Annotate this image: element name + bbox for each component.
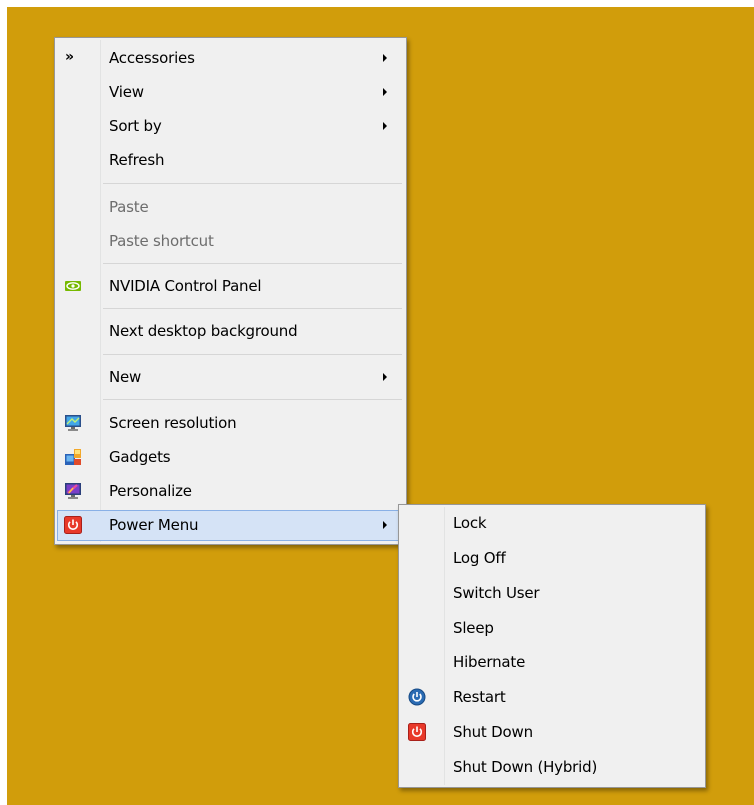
menu-item-label: Power Menu: [109, 516, 199, 534]
menu-item-nvidia-control-panel[interactable]: NVIDIA Control Panel: [57, 271, 404, 302]
power-icon: [408, 723, 426, 741]
menu-item-label: Screen resolution: [109, 414, 237, 432]
double-chevron-icon: »: [65, 49, 75, 65]
menu-item-label: Sleep: [453, 619, 494, 637]
menu-item-label: Accessories: [109, 49, 195, 67]
menu-item-label: Switch User: [453, 584, 540, 602]
menu-item-label: Hibernate: [453, 653, 526, 671]
menu-separator: [103, 399, 402, 400]
menu-item-screen-resolution[interactable]: Screen resolution: [57, 408, 404, 439]
menu-item-restart[interactable]: Restart: [401, 682, 703, 713]
menu-item-label: Refresh: [109, 151, 165, 169]
gadgets-icon: [64, 448, 82, 466]
menu-item-label: Log Off: [453, 549, 506, 567]
menu-item-refresh[interactable]: Refresh: [57, 145, 404, 176]
submenu-arrow-icon: [383, 54, 387, 62]
menu-item-label: Personalize: [109, 482, 192, 500]
desktop-context-menu: » Accessories View Sort by Refresh Paste…: [54, 37, 407, 545]
submenu-arrow-icon: [383, 122, 387, 130]
menu-item-accessories[interactable]: » Accessories: [57, 43, 404, 74]
menu-item-label: Gadgets: [109, 448, 171, 466]
menu-separator: [103, 263, 402, 264]
menu-item-label: Restart: [453, 688, 506, 706]
nvidia-icon: [64, 277, 82, 295]
menu-item-label: NVIDIA Control Panel: [109, 277, 262, 295]
menu-item-personalize[interactable]: Personalize: [57, 476, 404, 507]
power-icon: [64, 516, 82, 534]
menu-item-label: Paste: [109, 198, 149, 216]
menu-separator: [103, 183, 402, 184]
menu-item-label: Sort by: [109, 117, 162, 135]
menu-item-gadgets[interactable]: Gadgets: [57, 442, 404, 473]
menu-item-hibernate[interactable]: Hibernate: [401, 647, 703, 678]
submenu-arrow-icon: [383, 373, 387, 381]
menu-item-power-menu[interactable]: Power Menu: [57, 510, 404, 541]
menu-item-paste: Paste: [57, 192, 404, 223]
menu-item-paste-shortcut: Paste shortcut: [57, 226, 404, 257]
menu-item-log-off[interactable]: Log Off: [401, 543, 703, 574]
menu-item-label: Next desktop background: [109, 322, 298, 340]
monitor-icon: [64, 414, 82, 432]
menu-item-sort-by[interactable]: Sort by: [57, 111, 404, 142]
menu-separator: [103, 308, 402, 309]
menu-item-next-desktop-background[interactable]: Next desktop background: [57, 316, 404, 347]
menu-item-label: Paste shortcut: [109, 232, 214, 250]
menu-item-label: Lock: [453, 514, 487, 532]
menu-item-label: New: [109, 368, 142, 386]
menu-item-view[interactable]: View: [57, 77, 404, 108]
menu-item-shut-down[interactable]: Shut Down: [401, 717, 703, 748]
restart-icon: [408, 688, 426, 706]
menu-item-switch-user[interactable]: Switch User: [401, 578, 703, 609]
menu-separator: [103, 354, 402, 355]
menu-item-label: View: [109, 83, 144, 101]
menu-item-lock[interactable]: Lock: [401, 508, 703, 539]
menu-item-label: Shut Down: [453, 723, 533, 741]
menu-item-sleep[interactable]: Sleep: [401, 613, 703, 644]
submenu-arrow-icon: [383, 88, 387, 96]
personalize-icon: [64, 482, 82, 500]
menu-item-new[interactable]: New: [57, 362, 404, 393]
power-submenu: Lock Log Off Switch User Sleep Hibernate…: [398, 504, 706, 788]
menu-item-label: Shut Down (Hybrid): [453, 758, 598, 776]
submenu-arrow-icon: [383, 521, 387, 529]
menu-item-shut-down-hybrid[interactable]: Shut Down (Hybrid): [401, 752, 703, 783]
